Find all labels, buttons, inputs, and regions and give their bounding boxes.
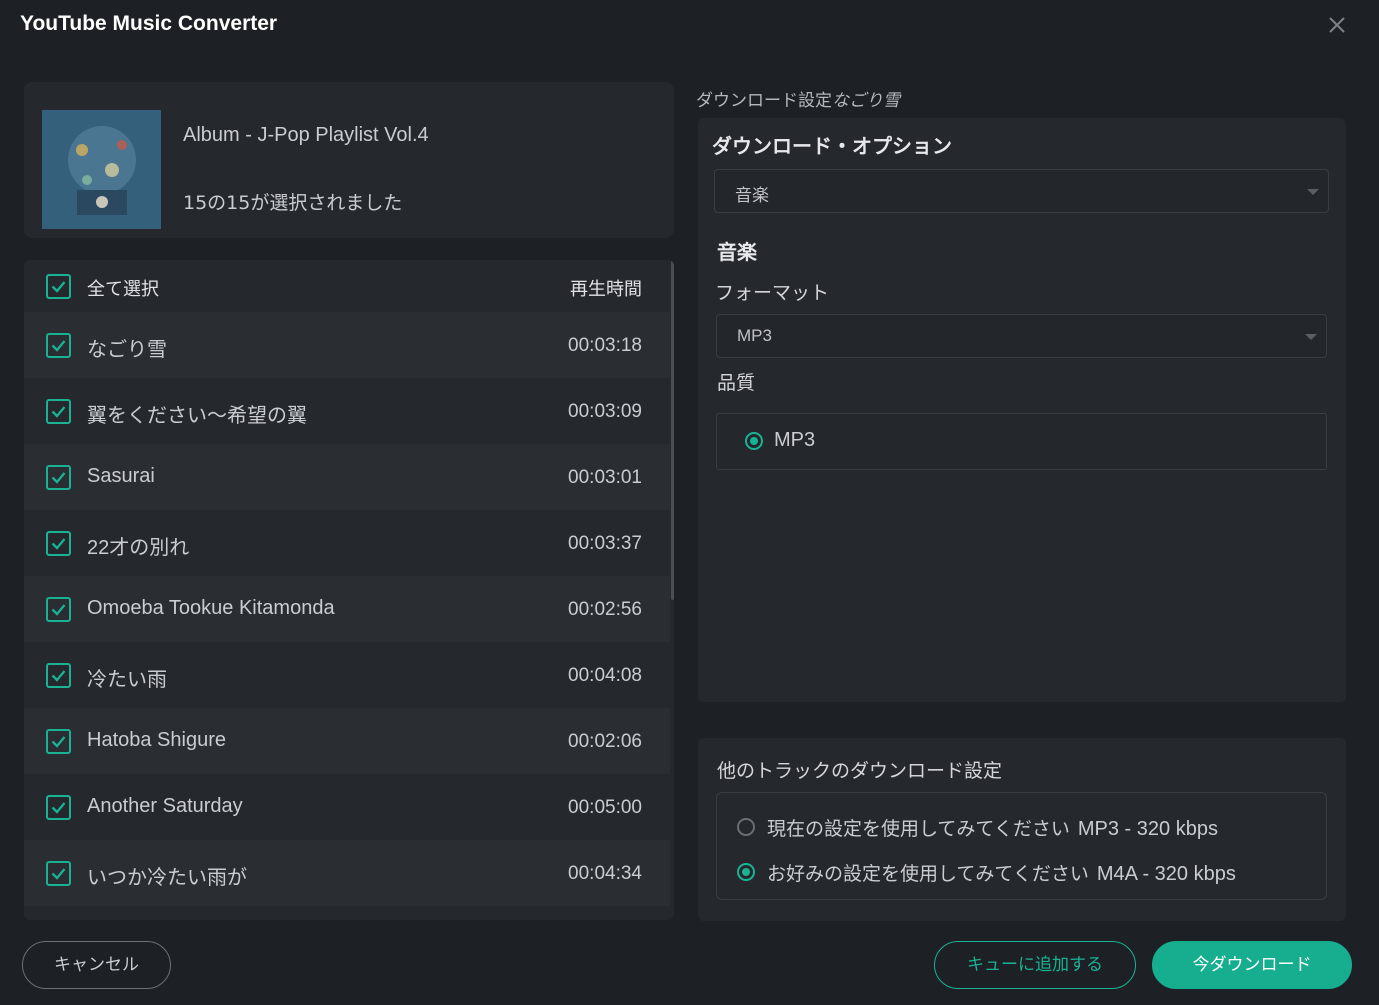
track-list: 全て選択 再生時間 なごり雪 00:03:18 翼をください～希望の翼 00:0… — [24, 260, 674, 920]
track-row[interactable]: なごり雪 00:03:18 — [24, 312, 670, 378]
selected-count: 15の15が選択されました — [183, 192, 403, 214]
window-title: YouTube Music Converter — [20, 12, 278, 35]
settings-caption-track: なごり雪 — [832, 91, 900, 111]
other-tracks-panel: 他のトラックのダウンロード設定 現在の設定を使用してみてください MP3 - 32… — [698, 738, 1346, 921]
track-duration: 00:03:18 — [568, 335, 642, 356]
chevron-down-icon — [1305, 334, 1317, 340]
format-label: フォーマット — [715, 282, 830, 304]
track-name: Another Saturday — [87, 795, 243, 817]
download-options-title: ダウンロード・オプション — [712, 134, 952, 158]
download-settings-panel: ダウンロード・オプション 音楽 音楽 フォーマット MP3 品質 MP3 — [698, 118, 1346, 702]
track-row[interactable]: 冷たい雨 00:04:08 — [24, 642, 670, 708]
list-header: 全て選択 再生時間 — [24, 260, 670, 312]
track-checkbox[interactable] — [46, 333, 71, 358]
track-name: なごり雪 — [87, 339, 167, 361]
track-row[interactable]: 翼をください～希望の翼 00:03:09 — [24, 378, 670, 444]
close-icon[interactable] — [1324, 12, 1350, 38]
use-current-settings-radio[interactable] — [737, 818, 755, 836]
track-duration: 00:04:08 — [568, 665, 642, 686]
track-name: Sasurai — [87, 465, 155, 487]
use-preferred-settings-option[interactable]: お好みの設定を使用してみてください M4A - 320 kbps — [767, 859, 1236, 886]
track-checkbox[interactable] — [46, 465, 71, 490]
album-card: Album - J-Pop Playlist Vol.4 15の15が選択されま… — [24, 82, 674, 238]
chevron-down-icon — [1307, 189, 1319, 195]
use-preferred-settings-radio[interactable] — [737, 863, 755, 881]
other-tracks-title: 他のトラックのダウンロード設定 — [717, 760, 1003, 782]
track-name: 翼をください～希望の翼 — [87, 405, 307, 427]
use-current-settings-option[interactable]: 現在の設定を使用してみてください MP3 - 320 kbps — [767, 814, 1218, 841]
duration-header: 再生時間 — [570, 279, 642, 300]
download-option-value: 音楽 — [735, 186, 769, 205]
use-current-settings-label: 現在の設定を使用してみてください — [767, 818, 1070, 840]
track-duration: 00:03:37 — [568, 533, 642, 554]
track-checkbox[interactable] — [46, 399, 71, 424]
add-to-queue-button[interactable]: キューに追加する — [934, 941, 1136, 989]
album-cover — [42, 110, 161, 229]
download-option-select[interactable]: 音楽 — [714, 169, 1329, 213]
track-duration: 00:05:00 — [568, 797, 642, 818]
quality-label: 品質 — [717, 372, 756, 394]
track-name: 冷たい雨 — [87, 669, 167, 691]
quality-option-label: MP3 — [774, 429, 816, 451]
format-select[interactable]: MP3 — [716, 314, 1327, 358]
settings-caption: ダウンロード設定なごり雪 — [696, 86, 900, 111]
track-duration: 00:04:34 — [568, 863, 642, 884]
track-name: Hatoba Shigure — [87, 729, 226, 751]
track-duration: 00:03:09 — [568, 401, 642, 422]
track-checkbox[interactable] — [46, 531, 71, 556]
list-scrollbar[interactable] — [671, 260, 674, 600]
settings-caption-prefix: ダウンロード設定 — [696, 91, 832, 111]
format-value: MP3 — [737, 326, 772, 345]
track-checkbox[interactable] — [46, 729, 71, 754]
track-duration: 00:02:56 — [568, 599, 642, 620]
track-name: いつか冷たい雨が — [87, 867, 247, 889]
use-preferred-settings-label: お好みの設定を使用してみてください — [767, 863, 1089, 885]
quality-radio[interactable] — [745, 432, 763, 450]
other-tracks-options: 現在の設定を使用してみてください MP3 - 320 kbps お好みの設定を使用… — [716, 792, 1327, 900]
track-checkbox[interactable] — [46, 795, 71, 820]
track-duration: 00:03:01 — [568, 467, 642, 488]
track-row[interactable]: Hatoba Shigure 00:02:06 — [24, 708, 670, 774]
track-checkbox[interactable] — [46, 597, 71, 622]
cancel-button[interactable]: キャンセル — [22, 941, 171, 989]
download-now-button[interactable]: 今ダウンロード — [1152, 941, 1352, 989]
use-preferred-settings-tag: M4A - 320 kbps — [1096, 863, 1236, 885]
quality-options: MP3 — [716, 413, 1327, 470]
track-row[interactable]: 22才の別れ 00:03:37 — [24, 510, 670, 576]
track-name: 22才の別れ — [87, 537, 190, 559]
track-name: Omoeba Tookue Kitamonda — [87, 597, 335, 619]
track-row[interactable]: いつか冷たい雨が 00:04:34 — [24, 840, 670, 906]
track-duration: 00:02:06 — [568, 731, 642, 752]
track-checkbox[interactable] — [46, 663, 71, 688]
select-all-checkbox[interactable] — [46, 274, 71, 299]
music-section-label: 音楽 — [717, 240, 757, 264]
use-current-settings-tag: MP3 - 320 kbps — [1077, 818, 1218, 840]
album-title: Album - J-Pop Playlist Vol.4 — [183, 124, 429, 146]
track-row[interactable]: Another Saturday 00:05:00 — [24, 774, 670, 840]
select-all-label: 全て選択 — [87, 279, 159, 300]
track-row[interactable]: Sasurai 00:03:01 — [24, 444, 670, 510]
track-checkbox[interactable] — [46, 861, 71, 886]
track-row[interactable]: Omoeba Tookue Kitamonda 00:02:56 — [24, 576, 670, 642]
